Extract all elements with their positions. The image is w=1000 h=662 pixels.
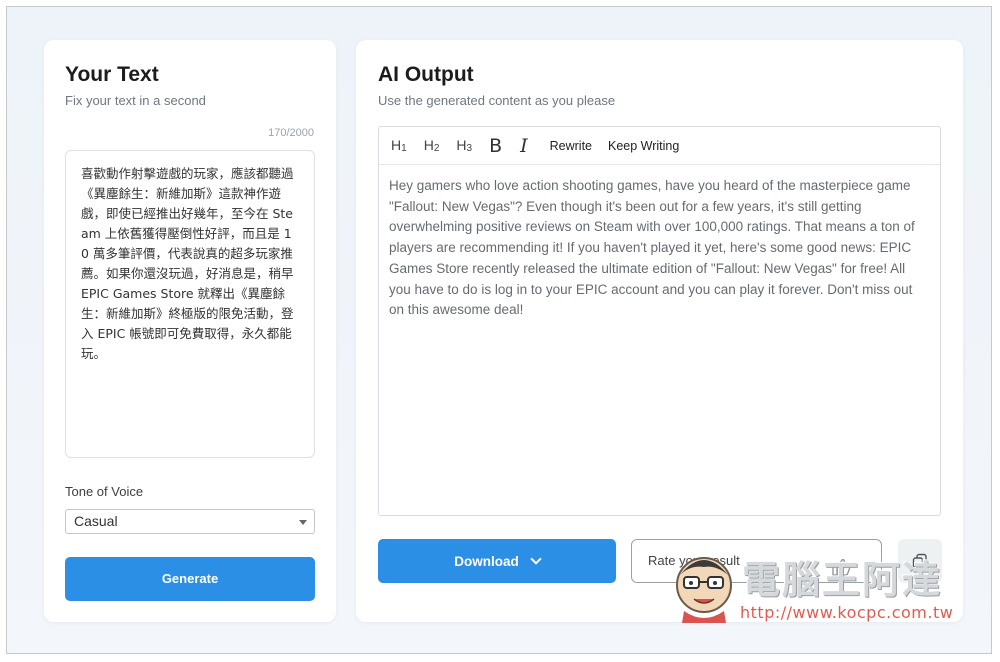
chevron-down-icon [530,553,542,565]
output-editor: H1 H2 H3 B I Rewrite Keep Writing Hey ga… [378,126,941,516]
text-input-area[interactable]: 喜歡動作射擊遊戲的玩家，應該都聽過《異塵餘生：新維加斯》這款神作遊戲，即使已經推… [65,150,315,458]
watermark-title: 電腦王阿達 [742,558,943,602]
output-text[interactable]: Hey gamers who love action shooting game… [379,165,940,321]
panel-subtitle: Use the generated content as you please [378,93,616,108]
site-watermark: 電腦王阿達 http://www.kocpc.com.tw [668,545,968,630]
your-text-panel: Your Text Fix your text in a second 170/… [44,40,336,622]
generate-button[interactable]: Generate [65,557,315,601]
tone-of-voice-label: Tone of Voice [65,484,144,499]
tone-selected-value: Casual [74,513,118,529]
download-label: Download [454,553,519,569]
watermark-url: http://www.kocpc.com.tw [740,603,954,622]
italic-button[interactable]: I [520,135,528,157]
rewrite-button[interactable]: Rewrite [550,139,592,153]
panel-title: Your Text [65,63,159,86]
heading-3-button[interactable]: H3 [456,137,472,154]
heading-2-button[interactable]: H2 [424,137,440,154]
heading-1-button[interactable]: H1 [391,137,407,154]
panel-title: AI Output [378,63,474,86]
keep-writing-button[interactable]: Keep Writing [608,139,679,153]
editor-toolbar: H1 H2 H3 B I Rewrite Keep Writing [379,127,940,165]
download-button[interactable]: Download [378,539,616,583]
bold-button[interactable]: B [489,135,502,157]
ai-output-panel: AI Output Use the generated content as y… [356,40,963,622]
panel-subtitle: Fix your text in a second [65,93,206,108]
tone-of-voice-select[interactable]: Casual [65,509,315,534]
dropdown-caret-icon [299,520,307,525]
character-counter: 170/2000 [268,127,314,139]
mascot-logo [676,557,732,623]
